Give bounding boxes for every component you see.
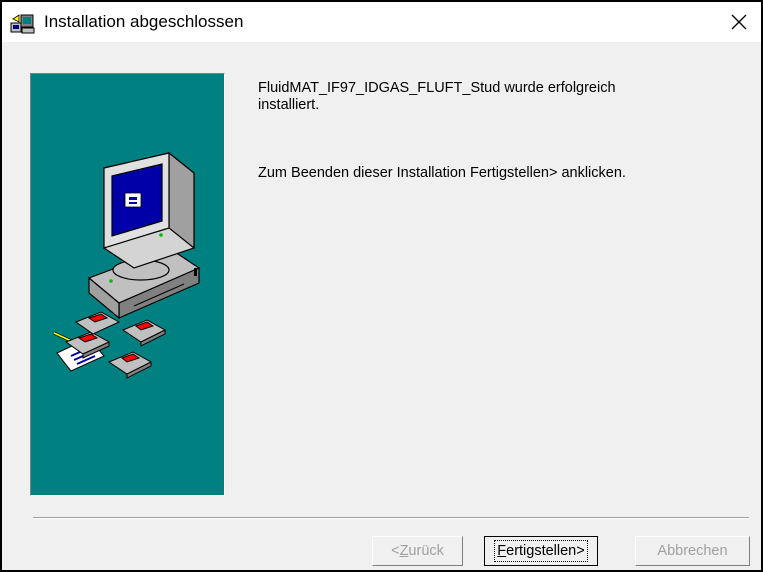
window-title: Installation abgeschlossen (44, 12, 244, 31)
wizard-side-panel (30, 73, 225, 496)
back-button-label: urück (408, 543, 444, 559)
finish-button[interactable]: Fertigstellen> (484, 536, 598, 566)
close-icon (731, 14, 747, 30)
success-message: FluidMAT_IF97_IDGAS_FLUFT_Stud wurde erf… (258, 80, 728, 114)
finish-button-label: ertigstellen> (506, 543, 585, 559)
floppy-disks-illustration (64, 311, 167, 379)
cancel-button-label: Abbrechen (657, 543, 728, 559)
title-bar[interactable]: Installation abgeschlossen (2, 2, 761, 42)
back-button-mnemonic: Z (399, 543, 409, 559)
back-button-prefix: < (391, 543, 400, 559)
finish-button-focus: Fertigstellen> (494, 540, 588, 562)
success-message-line2: installiert. (258, 97, 320, 113)
setup-icon (10, 14, 35, 34)
separator (33, 517, 749, 519)
installer-dialog: Installation abgeschlossen FluidMAT_IF97… (2, 2, 761, 570)
finish-instruction: Zum Beenden dieser Installation Fertigst… (258, 165, 626, 181)
success-message-line1: FluidMAT_IF97_IDGAS_FLUFT_Stud wurde erf… (258, 80, 616, 96)
cancel-button[interactable]: Abbrechen (635, 536, 750, 566)
finish-button-mnemonic: F (497, 543, 507, 559)
back-button[interactable]: < Zurück (372, 536, 463, 566)
close-button[interactable] (717, 2, 761, 42)
